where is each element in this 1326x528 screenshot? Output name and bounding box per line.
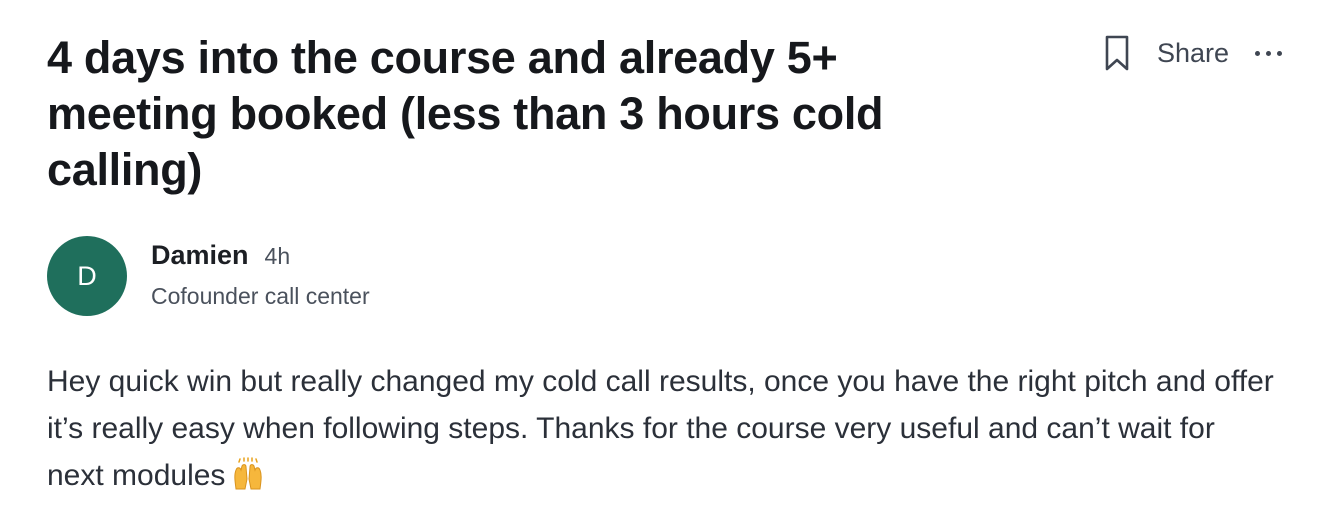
post-title: 4 days into the course and already 5+ me… bbox=[47, 32, 884, 195]
post-timestamp: 4h bbox=[264, 243, 291, 269]
more-options-icon[interactable] bbox=[1255, 38, 1282, 68]
avatar[interactable]: D bbox=[47, 236, 127, 316]
bookmark-button[interactable] bbox=[1103, 34, 1131, 72]
post-card: 4 days into the course and already 5+ me… bbox=[0, 0, 1326, 528]
more-dot bbox=[1255, 50, 1260, 56]
raising-hands-emoji-icon bbox=[234, 457, 263, 490]
author-name[interactable]: Damien bbox=[151, 240, 249, 271]
post-actions: Share bbox=[1103, 34, 1282, 72]
share-button[interactable]: Share bbox=[1157, 38, 1229, 69]
author-role: Cofounder call center bbox=[151, 283, 370, 309]
more-dot bbox=[1266, 50, 1271, 56]
author-line: Damien 4h bbox=[151, 240, 370, 271]
bookmark-icon bbox=[1105, 35, 1129, 71]
more-dot bbox=[1277, 50, 1282, 56]
author-block: D Damien 4h Cofounder call center bbox=[47, 236, 370, 316]
post-body: Hey quick win but really changed my cold… bbox=[47, 358, 1277, 499]
author-meta: Damien 4h Cofounder call center bbox=[151, 236, 370, 310]
